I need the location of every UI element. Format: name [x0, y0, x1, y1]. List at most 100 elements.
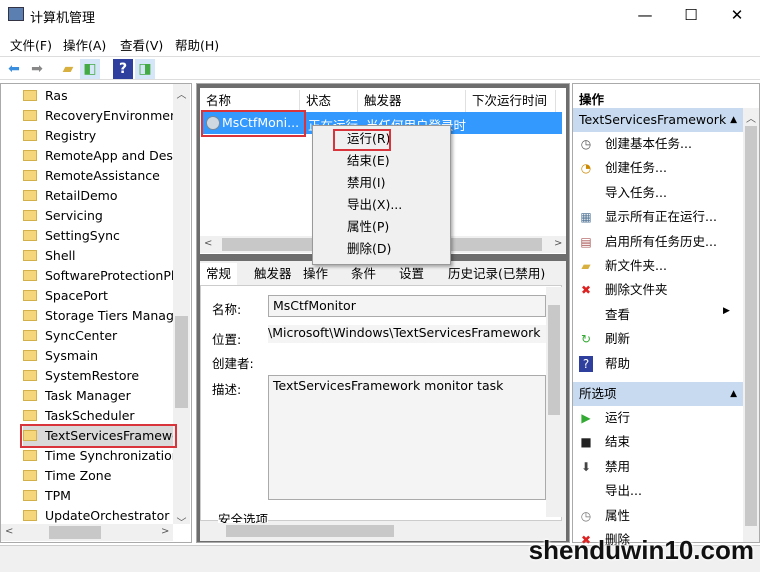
- tree-item[interactable]: Servicing: [23, 206, 173, 226]
- tab-general[interactable]: 常规: [200, 263, 238, 285]
- action-item[interactable]: 删除文件夹: [605, 278, 668, 302]
- folder-up-icon[interactable]: ▰: [58, 59, 78, 79]
- scroll-thumb[interactable]: [226, 525, 394, 537]
- action-item[interactable]: 查看: [605, 303, 630, 327]
- name-label: 名称:: [212, 302, 242, 317]
- menu-item-export[interactable]: 导出(X)...: [347, 194, 402, 216]
- back-arrow-icon[interactable]: ⬅: [4, 59, 24, 79]
- tree-item-label: Shell: [45, 248, 76, 263]
- action-item[interactable]: 导出...: [605, 479, 642, 503]
- folder-icon: [23, 170, 37, 181]
- tree-item[interactable]: RemoteApp and Desk: [23, 146, 173, 166]
- tree-item[interactable]: Registry: [23, 126, 173, 146]
- tree-item[interactable]: Shell: [23, 246, 173, 266]
- collapse-icon[interactable]: ▲: [730, 108, 737, 132]
- tree-item[interactable]: Time Synchronization: [23, 446, 173, 466]
- tree-item[interactable]: SpacePort: [23, 286, 173, 306]
- tree-item[interactable]: RemoteAssistance: [23, 166, 173, 186]
- tree-item[interactable]: SettingSync: [23, 226, 173, 246]
- tree-item[interactable]: RetailDemo: [23, 186, 173, 206]
- create-basic-task-icon: ◷: [580, 137, 592, 151]
- tree-item[interactable]: Time Zone: [23, 466, 173, 486]
- forward-arrow-icon[interactable]: ➡: [27, 59, 47, 79]
- action-item[interactable]: 结束: [605, 430, 630, 454]
- scroll-thumb[interactable]: [548, 305, 560, 415]
- tree-item[interactable]: SoftwareProtectionPla: [23, 266, 173, 286]
- action-item[interactable]: 启用所有任务历史...: [605, 230, 717, 254]
- tree-item-label: UpdateOrchestrator: [45, 508, 170, 523]
- menu-item-properties[interactable]: 属性(P): [347, 216, 389, 238]
- description-field[interactable]: TextServicesFramework monitor task: [268, 375, 546, 500]
- tree-horizontal-scrollbar[interactable]: < >: [1, 524, 173, 541]
- show-hide-action-pane-icon[interactable]: ◨: [135, 59, 155, 79]
- action-item[interactable]: 显示所有正在运行...: [605, 205, 717, 229]
- column-header-next-run[interactable]: 下次运行时间: [466, 90, 556, 112]
- folder-icon: [23, 150, 37, 161]
- tree-item[interactable]: SyncCenter: [23, 326, 173, 346]
- action-item[interactable]: 禁用: [605, 455, 630, 479]
- menu-item-end[interactable]: 结束(E): [347, 150, 390, 172]
- close-button[interactable]: ✕: [714, 0, 760, 30]
- folder-icon: [23, 230, 37, 241]
- show-hide-tree-icon[interactable]: ◧: [80, 59, 100, 79]
- actions-vertical-scrollbar[interactable]: ︿: [743, 108, 759, 542]
- minimize-button[interactable]: —: [622, 0, 668, 30]
- tree-item[interactable]: UpdateOrchestrator: [23, 506, 173, 526]
- tree-item[interactable]: Sysmain: [23, 346, 173, 366]
- menu-help[interactable]: 帮助(H): [175, 35, 219, 54]
- action-item[interactable]: 导入任务...: [605, 181, 667, 205]
- scroll-thumb[interactable]: [745, 126, 757, 526]
- folder-icon: [23, 350, 37, 361]
- tree-item[interactable]: Storage Tiers Manage: [23, 306, 173, 326]
- action-item[interactable]: 创建基本任务...: [605, 132, 692, 156]
- tree-item-label: SyncCenter: [45, 328, 118, 343]
- collapse-icon[interactable]: ▲: [730, 382, 737, 406]
- tab-conditions[interactable]: 条件: [345, 263, 382, 285]
- tree-item-label: RemoteApp and Desk: [45, 148, 173, 163]
- menu-action[interactable]: 操作(A): [63, 35, 106, 54]
- menu-view[interactable]: 查看(V): [120, 35, 163, 54]
- computer-management-icon: [8, 7, 24, 21]
- column-header-trigger[interactable]: 触发器: [358, 90, 466, 112]
- action-item[interactable]: 运行: [605, 406, 630, 430]
- tree-item-label: Registry: [45, 128, 97, 143]
- tree-item[interactable]: TPM: [23, 486, 173, 506]
- tab-settings[interactable]: 设置: [393, 263, 430, 285]
- section-selected-item[interactable]: 所选项 ▲: [573, 382, 743, 406]
- tab-triggers[interactable]: 触发器: [248, 263, 298, 285]
- help-icon[interactable]: ?: [113, 59, 133, 79]
- tree-item[interactable]: Task Manager: [23, 386, 173, 406]
- column-header-status[interactable]: 状态: [300, 90, 358, 112]
- maximize-button[interactable]: ☐: [668, 0, 714, 30]
- tree-item-label: Time Synchronization: [45, 448, 173, 463]
- help-icon: ?: [579, 355, 593, 372]
- action-item[interactable]: 刷新: [605, 327, 630, 351]
- scroll-thumb[interactable]: [175, 316, 188, 408]
- detail-horizontal-scrollbar[interactable]: [202, 523, 546, 539]
- menu-item-delete[interactable]: 删除(D): [347, 238, 391, 260]
- tab-actions[interactable]: 操作: [297, 263, 334, 285]
- author-label: 创建者:: [212, 356, 254, 371]
- name-field[interactable]: MsCtfMonitor: [268, 295, 546, 317]
- actions-header: 操作: [579, 92, 605, 107]
- detail-vertical-scrollbar[interactable]: [546, 287, 562, 517]
- action-item[interactable]: 创建任务...: [605, 156, 667, 180]
- tree-item[interactable]: Ras: [23, 86, 173, 106]
- scroll-thumb[interactable]: [49, 526, 101, 539]
- menu-item-disable[interactable]: 禁用(I): [347, 172, 385, 194]
- running-tasks-icon: ▦: [580, 210, 592, 225]
- action-item[interactable]: 帮助: [605, 352, 630, 376]
- folder-icon: [23, 490, 37, 501]
- tree-item[interactable]: RecoveryEnvironment: [23, 106, 173, 126]
- tree-vertical-scrollbar[interactable]: ︿ ﹀: [173, 84, 190, 529]
- tree-item[interactable]: SystemRestore: [23, 366, 173, 386]
- section-textservicesframework[interactable]: TextServicesFramework ▲: [573, 108, 743, 132]
- tree-item-label: SpacePort: [45, 288, 108, 303]
- tab-history[interactable]: 历史记录(已禁用): [442, 263, 551, 285]
- action-item[interactable]: 新文件夹...: [605, 254, 667, 278]
- menu-file[interactable]: 文件(F): [10, 35, 52, 54]
- tree-item-label: SystemRestore: [45, 368, 140, 383]
- action-item[interactable]: 属性: [605, 504, 630, 528]
- column-header-name[interactable]: 名称: [200, 90, 300, 112]
- tree-item[interactable]: TaskScheduler: [23, 406, 173, 426]
